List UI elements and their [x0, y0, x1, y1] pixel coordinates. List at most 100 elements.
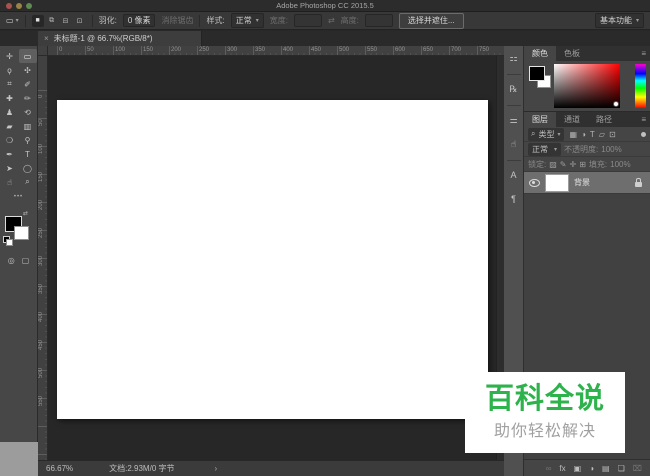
tab-swatches[interactable]: 色板 [556, 46, 588, 61]
dodge-tool[interactable]: ⚲ [19, 133, 37, 147]
color-marker-icon[interactable] [613, 101, 619, 107]
swap-colors-icon[interactable]: ⇄ [23, 210, 28, 217]
spot-healing-brush-tool[interactable]: ✚ [1, 91, 19, 105]
feather-input[interactable]: 0 像素 [123, 14, 156, 27]
actions-panel-icon[interactable]: ☝ [506, 136, 522, 152]
pen-tool-icon: ✒ [6, 150, 13, 159]
subtract-selection-button[interactable]: ⊟ [60, 15, 72, 27]
clone-stamp-tool[interactable]: ♟ [1, 105, 19, 119]
add-layer-mask-icon[interactable]: ▣ [574, 464, 582, 473]
saturation-brightness-gradient[interactable] [554, 64, 620, 108]
ruler-number: 350 [255, 47, 265, 53]
move-tool[interactable]: ✛ [1, 49, 19, 63]
vertical-ruler[interactable]: 050100150200250300350400450500550 [38, 56, 48, 460]
hand-tool[interactable]: ☝ [1, 175, 19, 189]
tab-layers[interactable]: 图层 [524, 112, 556, 127]
intersect-selection-button[interactable]: ⊡ [74, 15, 86, 27]
toolbar-bottom-buttons: ◎ ▢ [0, 256, 37, 265]
smart-objects-filter-icon[interactable]: ⊡ [609, 130, 616, 139]
new-layer-icon[interactable]: ❏ [618, 464, 625, 473]
adjustment-layers-filter-icon[interactable]: ◑ [581, 130, 586, 139]
quick-mask-button[interactable]: ◎ [8, 256, 15, 265]
shape-tool[interactable]: ◯ [19, 161, 37, 175]
swap-dimensions-icon[interactable]: ⇄ [328, 16, 335, 25]
zoom-level-field[interactable]: 66.67% [46, 464, 73, 473]
tool-preset-picker[interactable]: ▭ ▾ [6, 16, 19, 25]
panel-menu-icon[interactable]: ≡ [641, 49, 646, 58]
screen-mode-button[interactable]: ▢ [22, 256, 30, 265]
layer-visibility-icon[interactable] [529, 179, 540, 187]
options-bar: ▭ ▾ ■ ⧉ ⊟ ⊡ 羽化: 0 像素 消除锯齿 样式: 正常 ▾ 宽度: ⇄… [0, 12, 650, 30]
hue-slider[interactable] [635, 64, 646, 108]
filter-toggle-icon[interactable] [641, 132, 646, 137]
eraser-tool[interactable]: ▰ [1, 119, 19, 133]
history-brush-tool-icon: ⟲ [24, 108, 31, 117]
edit-toolbar-icon[interactable]: ••• [0, 194, 37, 200]
layer-style-icon[interactable]: fx [559, 464, 565, 473]
blur-tool[interactable]: ❍ [1, 133, 19, 147]
opacity-value[interactable]: 100% [601, 145, 621, 154]
blend-mode-select[interactable]: 正常 ▾ [528, 143, 561, 156]
height-input[interactable] [365, 14, 393, 27]
clone-stamp-tool-icon: ♟ [6, 108, 13, 117]
eyedropper-tool[interactable]: ✐ [19, 77, 37, 91]
lock-artboard-icon[interactable]: ⊞ [579, 160, 586, 169]
delete-layer-icon[interactable]: ⌧ [633, 464, 642, 473]
crop-tool[interactable]: ⌗ [1, 77, 19, 91]
lock-position-icon[interactable]: ✛ [570, 160, 577, 169]
lock-image-icon[interactable]: ✎ [560, 160, 567, 169]
paragraph-panel-icon[interactable]: ¶ [506, 191, 522, 207]
canvas[interactable] [57, 100, 488, 419]
divider [199, 15, 200, 27]
new-selection-button[interactable]: ■ [32, 15, 44, 27]
select-and-mask-button[interactable]: 选择并遮住... [399, 13, 464, 29]
style-select[interactable]: 正常 ▾ [231, 13, 264, 28]
ruler-number: 50 [87, 47, 94, 53]
link-layers-icon[interactable]: ∞ [546, 464, 552, 473]
properties-panel-icon[interactable]: ⚏ [506, 50, 522, 66]
pen-tool[interactable]: ✒ [1, 147, 19, 161]
rectangular-marquee-tool[interactable]: ▭ [19, 49, 37, 63]
gradient-tool[interactable]: ▥ [19, 119, 37, 133]
character-panel-icon[interactable]: A [506, 167, 522, 183]
width-input[interactable] [294, 14, 322, 27]
layer-row-background[interactable]: 背景 [524, 172, 650, 194]
tab-channels[interactable]: 通道 [556, 112, 588, 127]
lasso-tool[interactable]: ϙ [1, 63, 19, 77]
ruler-number: 250 [38, 228, 44, 238]
tab-color[interactable]: 颜色 [524, 46, 556, 61]
zoom-tool[interactable]: ⌕ [19, 175, 37, 189]
shape-layers-filter-icon[interactable]: ▱ [599, 130, 605, 139]
ruler-number: 450 [38, 340, 44, 350]
layer-filter-select[interactable]: ⌕ 类型 ▾ [528, 128, 564, 141]
document-tab[interactable]: × 未标题-1 @ 66.7%(RGB/8*) [38, 31, 202, 46]
desktop-background-corner [0, 442, 38, 476]
brush-tool[interactable]: ✏ [19, 91, 37, 105]
type-layers-filter-icon[interactable]: T [590, 130, 595, 139]
antialias-checkbox[interactable]: 消除锯齿 [161, 15, 193, 26]
workspace-switcher[interactable]: 基本功能 ▾ [595, 13, 644, 28]
new-adjustment-layer-icon[interactable]: ◑ [589, 464, 594, 473]
path-selection-tool[interactable]: ➤ [1, 161, 19, 175]
chevron-down-icon: ▾ [636, 17, 639, 24]
libraries-panel-icon[interactable]: ℞ [506, 81, 522, 97]
quick-selection-tool[interactable]: ✣ [19, 63, 37, 77]
new-group-icon[interactable]: ▤ [602, 464, 610, 473]
background-color-swatch[interactable] [14, 226, 29, 240]
history-brush-tool[interactable]: ⟲ [19, 105, 37, 119]
type-tool[interactable]: T [19, 147, 37, 161]
status-options-arrow[interactable]: › [215, 464, 218, 473]
document-window: 0501001502002503003504004505005506006507… [38, 46, 504, 476]
layer-thumbnail[interactable] [545, 174, 569, 192]
panel-menu-icon[interactable]: ≡ [641, 115, 646, 124]
horizontal-ruler[interactable]: 0501001502002503003504004505005506006507… [38, 46, 504, 56]
close-tab-icon[interactable]: × [44, 34, 49, 43]
add-selection-button[interactable]: ⧉ [46, 15, 58, 27]
fill-value[interactable]: 100% [610, 160, 630, 169]
pixel-layers-filter-icon[interactable]: ▦ [570, 130, 578, 139]
tab-paths[interactable]: 路径 [588, 112, 620, 127]
lock-transparent-icon[interactable]: ▨ [549, 160, 557, 169]
adjustments-panel-icon[interactable]: ⚌ [506, 112, 522, 128]
foreground-color-swatch[interactable] [529, 66, 545, 81]
color-panel-tabs: 颜色 色板 ≡ [524, 46, 650, 61]
